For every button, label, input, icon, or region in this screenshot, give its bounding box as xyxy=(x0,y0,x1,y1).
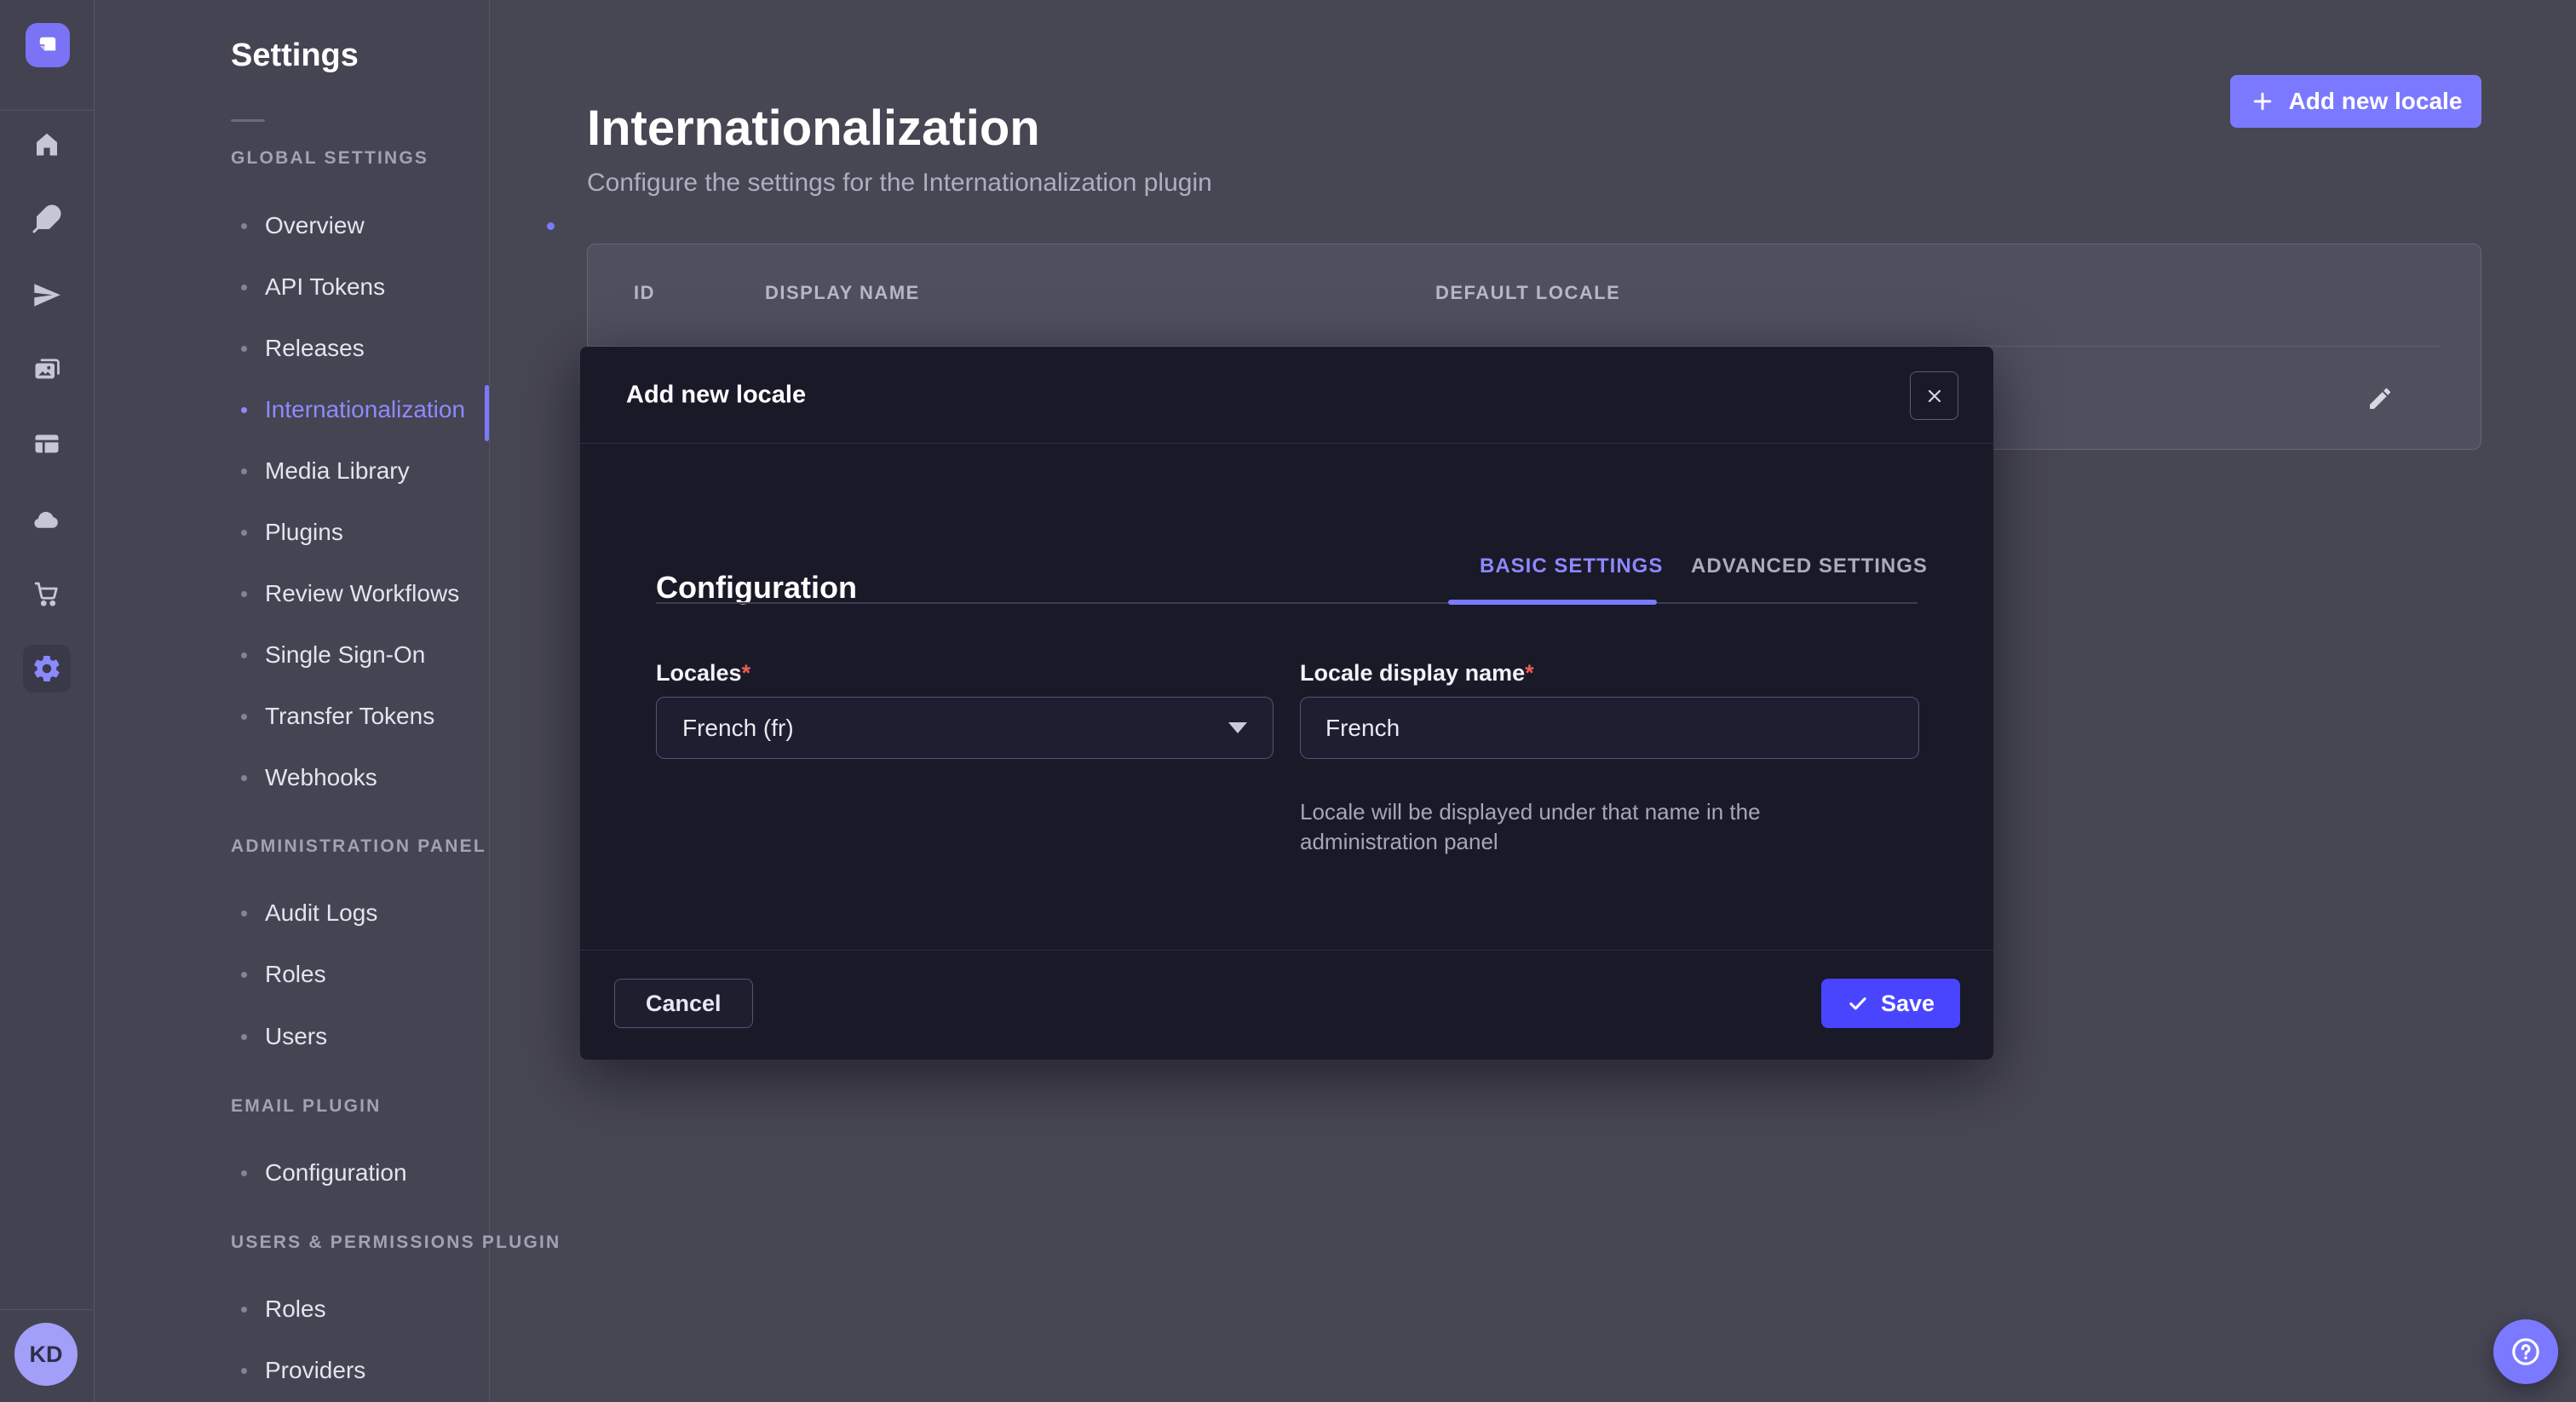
bullet-icon xyxy=(241,911,247,916)
sidebar-item-single-sign-on[interactable]: Single Sign-On xyxy=(95,640,490,670)
edit-locale-button[interactable] xyxy=(2360,378,2401,419)
display-name-input[interactable] xyxy=(1300,697,1919,759)
configuration-heading: Configuration xyxy=(656,570,857,606)
bullet-icon xyxy=(241,284,247,290)
add-locale-modal: Add new locale Configuration BASIC SETTI… xyxy=(580,347,1993,1060)
feather-icon[interactable] xyxy=(23,195,71,243)
active-tab-underline xyxy=(1448,600,1657,605)
bullet-icon xyxy=(241,591,247,597)
bullet-icon xyxy=(241,652,247,658)
tab-basic-settings[interactable]: BASIC SETTINGS xyxy=(1475,554,1668,579)
user-avatar[interactable]: KD xyxy=(14,1323,78,1386)
sidebar-item-media-library[interactable]: Media Library xyxy=(95,456,490,486)
strapi-logo[interactable] xyxy=(26,23,70,67)
page-subtitle: Configure the settings for the Internati… xyxy=(587,169,1212,198)
add-new-locale-button[interactable]: Add new locale xyxy=(2230,75,2481,128)
app-window: KD Settings GLOBAL SETTINGS Overview API… xyxy=(0,0,2576,1402)
sidebar-item-admin-users[interactable]: Users xyxy=(95,1021,490,1052)
notification-dot-icon xyxy=(547,222,555,230)
bullet-icon xyxy=(241,530,247,536)
required-asterisk: * xyxy=(1525,660,1534,686)
icon-rail: KD xyxy=(0,0,95,1402)
column-header-display-name: DISPLAY NAME xyxy=(765,282,920,304)
bullet-icon xyxy=(241,972,247,978)
rail-divider-top xyxy=(0,110,95,111)
active-item-indicator xyxy=(485,385,489,441)
bullet-icon xyxy=(241,775,247,781)
sidebar-item-releases[interactable]: Releases xyxy=(95,333,490,364)
layout-icon[interactable] xyxy=(23,420,71,468)
cart-icon[interactable] xyxy=(23,570,71,618)
display-name-label: Locale display name* xyxy=(1300,660,1534,687)
settings-gear-icon[interactable] xyxy=(23,645,71,692)
sidebar-item-audit-logs[interactable]: Audit Logs xyxy=(95,898,490,928)
locales-select-value: French (fr) xyxy=(682,715,794,742)
sidebar-item-internationalization[interactable]: Internationalization xyxy=(95,394,490,425)
close-modal-button[interactable] xyxy=(1910,371,1958,420)
strapi-logo-icon xyxy=(33,31,62,60)
sidebar-item-admin-roles[interactable]: Roles xyxy=(95,959,490,990)
media-library-icon[interactable] xyxy=(23,346,71,394)
bullet-icon xyxy=(241,407,247,413)
sidebar-item-transfer-tokens[interactable]: Transfer Tokens xyxy=(95,701,490,732)
sidebar-item-review-workflows[interactable]: Review Workflows xyxy=(95,578,490,609)
check-icon xyxy=(1847,992,1869,1014)
sidebar-item-up-providers[interactable]: Providers xyxy=(95,1355,490,1386)
bullet-icon xyxy=(241,1170,247,1176)
paper-plane-icon[interactable] xyxy=(23,272,71,319)
column-header-default-locale: DEFAULT LOCALE xyxy=(1435,282,1620,304)
sidebar-item-up-roles[interactable]: Roles xyxy=(95,1294,490,1324)
help-button[interactable] xyxy=(2493,1319,2558,1384)
sidebar-item-plugins[interactable]: Plugins xyxy=(95,517,490,548)
modal-title: Add new locale xyxy=(626,381,806,409)
sidebar-item-api-tokens[interactable]: API Tokens xyxy=(95,272,490,302)
modal-footer: Cancel Save xyxy=(580,950,1993,1060)
required-asterisk: * xyxy=(742,660,751,686)
sidebar-item-overview[interactable]: Overview xyxy=(95,210,490,241)
chevron-down-icon xyxy=(1228,722,1247,733)
bullet-icon xyxy=(241,1034,247,1040)
save-button[interactable]: Save xyxy=(1821,979,1960,1028)
tab-advanced-settings[interactable]: ADVANCED SETTINGS xyxy=(1686,554,1933,579)
plus-icon xyxy=(2250,89,2275,114)
cloud-icon[interactable] xyxy=(23,496,71,543)
display-name-hint: Locale will be displayed under that name… xyxy=(1300,797,1871,857)
modal-header: Add new locale xyxy=(580,347,1993,444)
sidebar-item-email-configuration[interactable]: Configuration xyxy=(95,1158,490,1188)
bullet-icon xyxy=(241,714,247,720)
locales-select[interactable]: French (fr) xyxy=(656,697,1274,759)
section-email-plugin: EMAIL PLUGIN xyxy=(231,1096,382,1118)
page-title: Internationalization xyxy=(587,100,1040,157)
bullet-icon xyxy=(241,223,247,229)
sidebar-item-webhooks[interactable]: Webhooks xyxy=(95,762,490,793)
section-global-settings: GLOBAL SETTINGS xyxy=(231,148,428,170)
section-users-permissions-plugin: USERS & PERMISSIONS PLUGIN xyxy=(231,1232,561,1255)
cancel-button[interactable]: Cancel xyxy=(614,979,753,1028)
tab-divider xyxy=(656,602,1918,604)
question-mark-icon xyxy=(2509,1335,2543,1369)
bullet-icon xyxy=(241,1307,247,1313)
title-divider xyxy=(231,119,265,122)
bullet-icon xyxy=(241,1368,247,1374)
section-administration-panel: ADMINISTRATION PANEL xyxy=(231,836,486,859)
home-icon[interactable] xyxy=(23,121,71,169)
column-header-id: ID xyxy=(634,282,655,304)
bullet-icon xyxy=(241,346,247,352)
sidebar-title: Settings xyxy=(231,37,359,74)
locales-label: Locales* xyxy=(656,660,750,687)
bullet-icon xyxy=(241,468,247,474)
settings-sidebar: Settings GLOBAL SETTINGS Overview API To… xyxy=(95,0,490,1402)
close-icon xyxy=(1924,386,1945,406)
rail-divider-bottom xyxy=(0,1309,95,1310)
pencil-icon xyxy=(2366,385,2394,412)
